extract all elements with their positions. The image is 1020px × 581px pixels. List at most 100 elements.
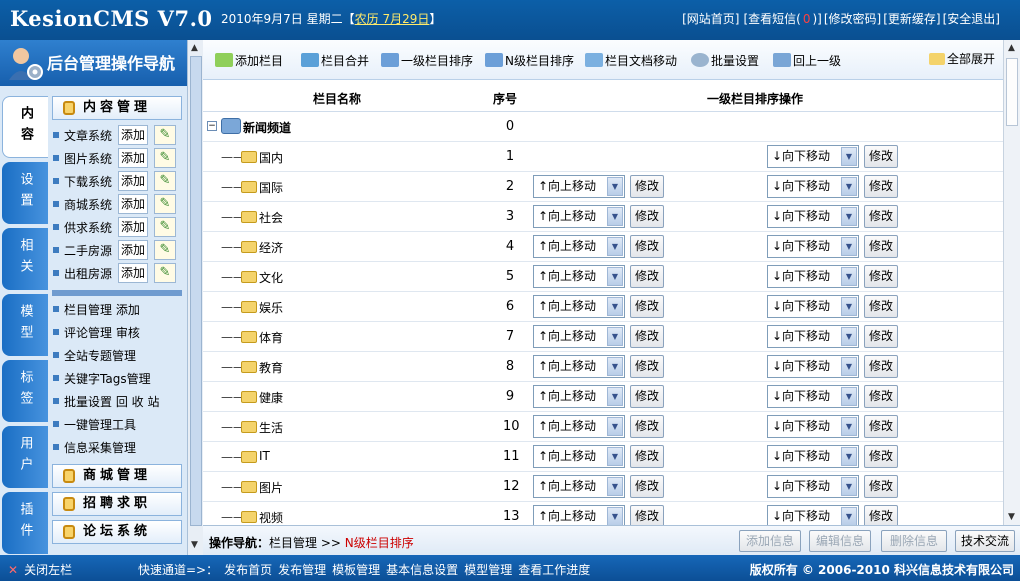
move-down-select[interactable]: ↓向下移动 ▼ [767,205,859,228]
tab-settings[interactable]: 设置 [2,162,48,224]
column-name[interactable]: 国际 [259,179,283,196]
sidebar-scrollbar[interactable]: ▲ ▼ [187,40,203,555]
move-docs-button[interactable]: 栏目文档移动 [585,52,677,69]
move-up-select[interactable]: ↑向上移动 ▼ [533,205,625,228]
move-up-select[interactable]: ↑向上移动 ▼ [533,475,625,498]
move-up-select[interactable]: ↑向上移动 ▼ [533,295,625,318]
quick-link[interactable]: 发布管理 [278,563,326,577]
scroll-thumb[interactable] [1006,58,1018,126]
tab-model[interactable]: 模型 [2,294,48,356]
edit-pencil-icon[interactable]: ✎ [154,148,176,168]
edit-button[interactable]: 修改 [630,235,664,258]
system-name[interactable]: 二手房源 [64,242,112,259]
tab-related[interactable]: 相关 [2,228,48,290]
edit-button[interactable]: 修改 [864,205,898,228]
edit-button[interactable]: 修改 [864,475,898,498]
edit-button[interactable]: 修改 [864,445,898,468]
system-name[interactable]: 供求系统 [64,219,112,236]
move-up-select[interactable]: ↑向上移动 ▼ [533,265,625,288]
merge-column-button[interactable]: 栏目合并 [301,52,369,69]
edit-button[interactable]: 修改 [864,325,898,348]
move-up-select[interactable]: ↑向上移动 ▼ [533,175,625,198]
move-down-select[interactable]: ↓向下移动 ▼ [767,175,859,198]
scroll-up-icon[interactable]: ▲ [1008,43,1015,53]
logout-link[interactable]: [安全退出] [943,12,1000,26]
scroll-thumb[interactable] [190,56,202,526]
column-name[interactable]: 图片 [259,479,283,496]
column-name[interactable]: 经济 [259,239,283,256]
delete-info-button[interactable]: 删除信息 [881,530,947,552]
edit-button[interactable]: 修改 [630,175,664,198]
tab-content[interactable]: 内容 [2,96,48,158]
edit-button[interactable]: 修改 [864,265,898,288]
column-name[interactable]: 健康 [259,389,283,406]
column-name[interactable]: 娱乐 [259,299,283,316]
column-name[interactable]: 国内 [259,149,283,166]
edit-button[interactable]: 修改 [630,385,664,408]
nlevel-sort-button[interactable]: N级栏目排序 [485,52,574,69]
edit-button[interactable]: 修改 [864,295,898,318]
column-name[interactable]: 体育 [259,329,283,346]
column-name[interactable]: 文化 [259,269,283,286]
move-down-select[interactable]: ↓向下移动 ▼ [767,235,859,258]
quick-link[interactable]: 基本信息设置 [386,563,458,577]
go-up-button[interactable]: 回上一级 [773,52,841,69]
system-name[interactable]: 出租房源 [64,265,112,282]
site-home-link[interactable]: [网站首页] [682,12,739,26]
scroll-up-icon[interactable]: ▲ [191,43,198,53]
close-sidebar-button[interactable]: ✕ 关闭左栏 [8,561,72,578]
add-button[interactable]: 添加 [118,148,148,168]
move-down-select[interactable]: ↓向下移动 ▼ [767,325,859,348]
batch-settings-button[interactable]: 批量设置 [691,52,759,69]
edit-button[interactable]: 修改 [630,325,664,348]
lunar-date-link[interactable]: 农历 7月29日 [355,12,430,26]
edit-button[interactable]: 修改 [630,415,664,438]
edit-pencil-icon[interactable]: ✎ [154,171,176,191]
edit-pencil-icon[interactable]: ✎ [154,125,176,145]
messages-link[interactable]: [查看短信(0)] [741,12,821,26]
section-content-manage[interactable]: 内容管理 [52,96,182,120]
edit-pencil-icon[interactable]: ✎ [154,240,176,260]
tab-users[interactable]: 用户 [2,426,48,488]
edit-button[interactable]: 修改 [630,205,664,228]
refresh-cache-link[interactable]: [更新缓存] [883,12,940,26]
tab-tags[interactable]: 标签 [2,360,48,422]
move-down-select[interactable]: ↓向下移动 ▼ [767,475,859,498]
expand-all-button[interactable]: 全部展开 [929,50,995,67]
move-up-select[interactable]: ↑向上移动 ▼ [533,325,625,348]
add-info-button[interactable]: 添加信息 [739,530,801,552]
add-button[interactable]: 添加 [118,194,148,214]
column-name[interactable]: 教育 [259,359,283,376]
move-down-select[interactable]: ↓向下移动 ▼ [767,355,859,378]
add-button[interactable]: 添加 [118,125,148,145]
move-up-select[interactable]: ↑向上移动 ▼ [533,235,625,258]
add-column-button[interactable]: 添加栏目 [215,52,283,69]
edit-pencil-icon[interactable]: ✎ [154,263,176,283]
move-up-select[interactable]: ↑向上移动 ▼ [533,415,625,438]
column-name[interactable]: 社会 [259,209,283,226]
channel-name[interactable]: 新闻频道 [243,119,291,136]
edit-button[interactable]: 修改 [630,475,664,498]
scroll-down-icon[interactable]: ▼ [1008,512,1015,522]
add-button[interactable]: 添加 [118,171,148,191]
move-down-select[interactable]: ↓向下移动 ▼ [767,295,859,318]
system-name[interactable]: 下载系统 [64,173,112,190]
system-name[interactable]: 文章系统 [64,127,112,144]
edit-button[interactable]: 修改 [630,265,664,288]
move-up-select[interactable]: ↑向上移动 ▼ [533,445,625,468]
move-down-select[interactable]: ↓向下移动 ▼ [767,415,859,438]
quick-link[interactable]: 模型管理 [464,563,512,577]
edit-info-button[interactable]: 编辑信息 [809,530,871,552]
edit-button[interactable]: 修改 [630,295,664,318]
move-down-select[interactable]: ↓向下移动 ▼ [767,265,859,288]
column-name[interactable]: 视频 [259,509,283,526]
collapse-icon[interactable]: − [207,121,217,131]
move-down-select[interactable]: ↓向下移动 ▼ [767,385,859,408]
edit-button[interactable]: 修改 [630,355,664,378]
move-up-select[interactable]: ↑向上移动 ▼ [533,355,625,378]
level1-sort-button[interactable]: 一级栏目排序 [381,52,473,69]
tab-plugins[interactable]: 插件 [2,492,48,554]
breadcrumb-link[interactable]: 栏目管理 [269,536,317,550]
move-up-select[interactable]: ↑向上移动 ▼ [533,385,625,408]
system-name[interactable]: 商城系统 [64,196,112,213]
